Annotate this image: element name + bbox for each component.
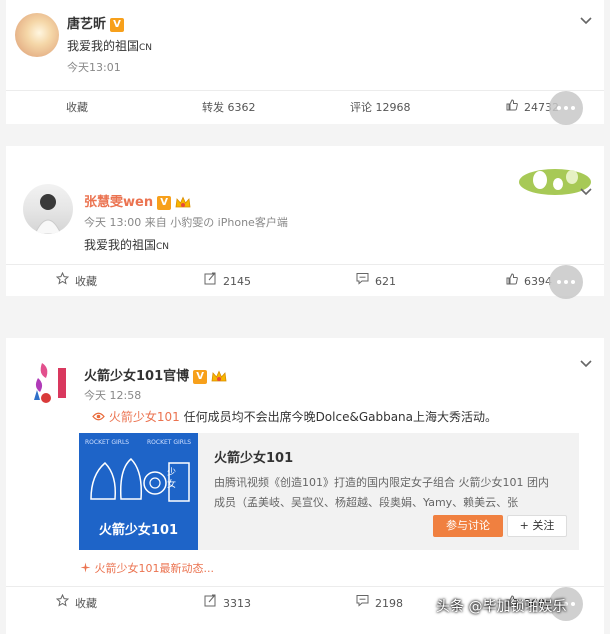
like-button[interactable]: 6394 bbox=[506, 265, 552, 299]
action-bar: 收藏 转发 6362 评论 12968 24732 bbox=[6, 90, 604, 125]
watermark-text: 头条 @毕加锁啪娱乐 bbox=[436, 599, 567, 615]
avatar[interactable] bbox=[28, 360, 74, 406]
comment-button[interactable]: 2198 bbox=[356, 587, 403, 621]
post-text: 我爱我的祖国CN bbox=[67, 39, 153, 53]
chevron-down-icon[interactable] bbox=[580, 360, 592, 370]
chat-bubble-icon[interactable] bbox=[549, 91, 583, 125]
repost-icon bbox=[204, 587, 217, 621]
join-discussion-button[interactable]: 参与讨论 bbox=[433, 515, 503, 537]
post-text: 火箭少女101 任何成员均不会出席今晚Dolce&Gabbana上海大秀活动。 bbox=[92, 408, 497, 425]
thumbs-up-icon bbox=[506, 91, 518, 125]
post-text: 我爱我的祖国CN bbox=[84, 238, 170, 252]
repost-button[interactable]: 2145 bbox=[204, 265, 251, 299]
sparkle-icon bbox=[80, 562, 91, 575]
card-image-label-left: ROCKET GIRLS bbox=[85, 439, 130, 446]
comment-icon bbox=[356, 587, 369, 621]
card-image-chars: 少女 bbox=[167, 468, 177, 490]
chevron-down-icon[interactable] bbox=[580, 188, 592, 198]
repost-button[interactable]: 转发 6362 bbox=[202, 91, 256, 125]
post-card-2: 张慧雯wen V 今天 13:00 来自 小豹雯の iPhone客户端 我爱我的祖… bbox=[6, 146, 604, 299]
thumbs-up-icon bbox=[506, 265, 518, 299]
comment-icon bbox=[356, 265, 369, 299]
comment-button[interactable]: 评论 12968 bbox=[350, 91, 411, 125]
topic-card-description: 由腾讯视频《创造101》打造的国内限定女子组合 火箭少女101 团内成员（孟美岐… bbox=[214, 476, 549, 509]
action-bar: 收藏 2145 621 6394 bbox=[6, 264, 604, 299]
verified-badge: V bbox=[157, 195, 172, 210]
topic-link[interactable]: 火箭少女101 bbox=[109, 410, 180, 424]
post-time[interactable]: 今天13:01 bbox=[67, 59, 121, 75]
crown-badge-icon bbox=[175, 196, 191, 210]
topic-card[interactable]: ROCKET GIRLS ROCKET GIRLS 少女 火箭少女101 火箭少… bbox=[79, 433, 579, 550]
topic-icon bbox=[92, 410, 105, 424]
card-image-label-right: ROCKET GIRLS bbox=[147, 439, 192, 446]
card-image-caption: 火箭少女101 bbox=[98, 523, 179, 538]
avatar[interactable] bbox=[23, 184, 73, 234]
topic-card-image[interactable]: ROCKET GIRLS ROCKET GIRLS 少女 火箭少女101 bbox=[79, 433, 198, 550]
topic-card-title[interactable]: 火箭少女101 bbox=[214, 447, 293, 466]
follow-button[interactable]: + 关注 bbox=[507, 515, 567, 537]
favorite-button[interactable]: 收藏 bbox=[66, 91, 88, 125]
verified-badge: V bbox=[193, 369, 208, 384]
star-icon bbox=[55, 265, 70, 299]
chevron-down-icon[interactable] bbox=[580, 17, 592, 27]
post-card-1: 唐艺昕 V 我爱我的祖国CN 今天13:01 收藏 转发 6362 评论 1296… bbox=[6, 0, 604, 125]
verified-badge: V bbox=[110, 17, 125, 32]
repost-button[interactable]: 3313 bbox=[204, 587, 251, 621]
author-name[interactable]: 张慧雯wen V bbox=[84, 191, 191, 210]
post-time-source[interactable]: 今天 13:00 来自 小豹雯の iPhone客户端 bbox=[84, 214, 288, 230]
author-name[interactable]: 唐艺昕 V bbox=[67, 13, 125, 32]
comment-button[interactable]: 621 bbox=[356, 265, 396, 299]
favorite-button[interactable]: 收藏 bbox=[55, 587, 97, 621]
latest-updates-link[interactable]: 火箭少女101最新动态... bbox=[80, 560, 214, 576]
star-icon bbox=[55, 587, 70, 621]
repost-icon bbox=[204, 265, 217, 299]
avatar[interactable] bbox=[15, 13, 59, 57]
author-name[interactable]: 火箭少女101官博 V bbox=[84, 365, 227, 384]
chat-bubble-icon[interactable] bbox=[549, 265, 583, 299]
crown-badge-icon bbox=[211, 370, 227, 384]
post-time[interactable]: 今天 12:58 bbox=[84, 387, 141, 403]
favorite-button[interactable]: 收藏 bbox=[55, 265, 97, 299]
